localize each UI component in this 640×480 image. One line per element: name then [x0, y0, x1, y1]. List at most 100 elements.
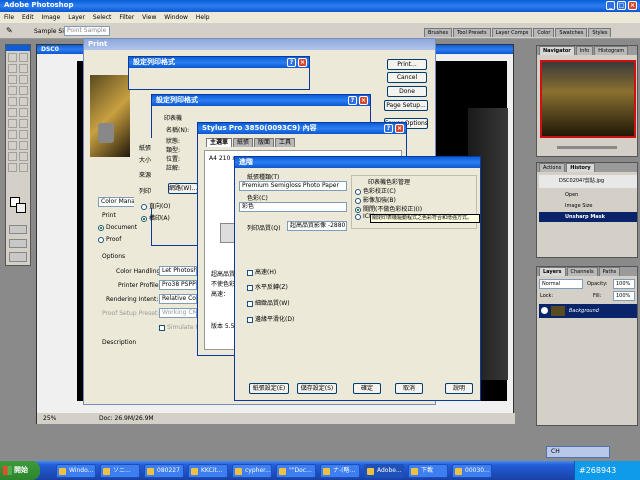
language-bar[interactable]: CH: [546, 446, 610, 458]
blur-tool-icon[interactable]: [8, 119, 17, 128]
taskbar-item[interactable]: ""Doc...: [276, 464, 316, 478]
document-radio-dot[interactable]: [98, 224, 104, 231]
taskbar-item[interactable]: 下載: [408, 464, 448, 478]
tab-histogram[interactable]: Histogram: [594, 46, 629, 55]
page-setup-2-titlebar[interactable]: 設定列印格式 ? ×: [152, 95, 370, 106]
off-radio[interactable]: 關閉(不做色彩校正)(I): [355, 204, 422, 213]
well-tab-brushes[interactable]: Brushes: [424, 28, 453, 37]
save-settings-button[interactable]: 儲存設定(S): [297, 383, 337, 394]
menu-select[interactable]: Select: [93, 14, 112, 21]
portrait-radio-dot[interactable]: [141, 203, 147, 210]
menu-filter[interactable]: Filter: [119, 14, 134, 21]
high-speed-checkbox[interactable]: 高速(H): [247, 267, 276, 276]
print-done-button[interactable]: Done: [387, 86, 427, 97]
lasso-tool-icon[interactable]: [8, 64, 17, 73]
blend-mode-select[interactable]: Normal: [539, 279, 583, 289]
opacity-field[interactable]: 100%: [613, 279, 635, 289]
print-titlebar[interactable]: Print: [84, 39, 435, 50]
well-tab-comps[interactable]: Layer Comps: [491, 28, 533, 37]
zoom-tool-icon[interactable]: [19, 163, 28, 172]
quickmask-icon[interactable]: [9, 225, 27, 234]
menu-layer[interactable]: Layer: [68, 14, 85, 21]
menu-file[interactable]: File: [4, 14, 14, 21]
stamp-tool-icon[interactable]: [8, 97, 17, 106]
healing-brush-icon[interactable]: [8, 86, 17, 95]
minimize-button[interactable]: _: [606, 1, 615, 10]
layer-row[interactable]: Background: [539, 304, 637, 318]
printer-profile-select[interactable]: Pro38 PSPP: [159, 280, 197, 290]
tab-actions[interactable]: Actions: [539, 163, 566, 172]
well-tab-styles[interactable]: Styles: [588, 28, 612, 37]
portrait-radio[interactable]: 直向(O): [141, 201, 170, 210]
history-item-selected[interactable]: Unsharp Mask: [539, 212, 637, 222]
menu-help[interactable]: Help: [196, 14, 210, 21]
tab-main[interactable]: 主選單: [206, 138, 233, 147]
color-handling-select[interactable]: Let Photoshop: [159, 266, 197, 276]
taskbar-item[interactable]: 080227: [144, 464, 184, 478]
menu-edit[interactable]: Edit: [22, 14, 34, 21]
media-type-select[interactable]: Premium Semigloss Photo Paper: [239, 181, 347, 191]
help-button-2[interactable]: ?: [348, 96, 357, 105]
finest-detail-check[interactable]: [247, 300, 253, 307]
proof-radio-dot[interactable]: [98, 236, 104, 243]
tab-paths[interactable]: Paths: [598, 267, 621, 276]
edge-smoothing-check[interactable]: [247, 316, 253, 323]
print-cancel-button[interactable]: Cancel: [387, 72, 427, 83]
history-item[interactable]: Image Size: [539, 201, 637, 211]
paper-config-button[interactable]: 紙張設定(E): [249, 383, 289, 394]
flip-horizontal-check[interactable]: [247, 284, 253, 291]
eye-icon[interactable]: [541, 307, 548, 314]
tab-paper[interactable]: 紙張: [233, 138, 254, 147]
tab-info[interactable]: Info: [575, 46, 594, 55]
finest-detail-checkbox[interactable]: 細緻品質(W): [247, 298, 290, 307]
printer-properties-close-button[interactable]: ×: [395, 124, 404, 133]
notes-tool-icon[interactable]: [8, 152, 17, 161]
fill-field[interactable]: 100%: [613, 291, 635, 301]
well-tab-presets[interactable]: Tool Presets: [453, 28, 491, 37]
help-button[interactable]: ?: [287, 58, 296, 67]
sample-size-select[interactable]: Point Sample: [64, 26, 110, 36]
taskbar-item[interactable]: KKCit...: [188, 464, 228, 478]
photo-enhance-dot[interactable]: [355, 197, 361, 204]
zoom-level[interactable]: 25%: [43, 413, 56, 424]
color-controls-radio[interactable]: 色彩校正(C): [355, 186, 396, 195]
color-controls-dot[interactable]: [355, 188, 361, 195]
history-brush-icon[interactable]: [19, 97, 28, 106]
taskbar-item[interactable]: cypher...: [232, 464, 272, 478]
hand-tool-icon[interactable]: [8, 163, 17, 172]
taskbar-item-active[interactable]: Adobe...: [364, 464, 404, 478]
tab-navigator[interactable]: Navigator: [539, 46, 575, 55]
move-tool-icon[interactable]: [19, 53, 28, 62]
document-radio[interactable]: Document: [98, 224, 137, 231]
menu-view[interactable]: View: [142, 14, 156, 21]
eyedropper-icon[interactable]: ✎: [6, 26, 13, 35]
path-select-icon[interactable]: [8, 130, 17, 139]
close-button[interactable]: ×: [628, 1, 637, 10]
help-button-3[interactable]: ?: [384, 124, 393, 133]
photo-enhance-radio[interactable]: 影像加強(B): [355, 195, 396, 204]
gradient-tool-icon[interactable]: [19, 108, 28, 117]
navigator-zoom-slider[interactable]: [557, 146, 617, 149]
flip-horizontal-checkbox[interactable]: 水平反轉(Z): [247, 282, 288, 291]
edge-smoothing-checkbox[interactable]: 邊緣平滑化(D): [247, 314, 294, 323]
eyedropper-tool-icon[interactable]: [19, 152, 28, 161]
advanced-titlebar[interactable]: 進階: [235, 157, 480, 168]
off-radio-dot[interactable]: [355, 206, 361, 213]
slice-tool-icon[interactable]: [19, 75, 28, 84]
help-text-button[interactable]: 說明: [445, 383, 473, 394]
landscape-radio[interactable]: 橫印(A): [141, 213, 170, 222]
well-tab-color[interactable]: Color: [533, 28, 555, 37]
page-setup-titlebar[interactable]: 設定列印格式 ? ×: [129, 57, 309, 68]
start-button[interactable]: 開始: [0, 461, 40, 480]
printer-properties-titlebar[interactable]: Stylus Pro 3850(0093C9) 內容 ? ×: [198, 123, 406, 134]
menu-image[interactable]: Image: [42, 14, 61, 21]
jump-to-imageready-icon[interactable]: [9, 252, 27, 262]
rendering-intent-select[interactable]: Relative Color: [159, 294, 197, 304]
page-setup-close-button[interactable]: ×: [298, 58, 307, 67]
ok-button[interactable]: 確定: [353, 383, 381, 394]
tab-layers[interactable]: Layers: [539, 267, 566, 276]
high-speed-check[interactable]: [247, 269, 253, 276]
taskbar-item[interactable]: ソニ...: [100, 464, 140, 478]
taskbar-item[interactable]: ナ-(略...: [320, 464, 360, 478]
taskbar-item[interactable]: 00030...: [452, 464, 492, 478]
